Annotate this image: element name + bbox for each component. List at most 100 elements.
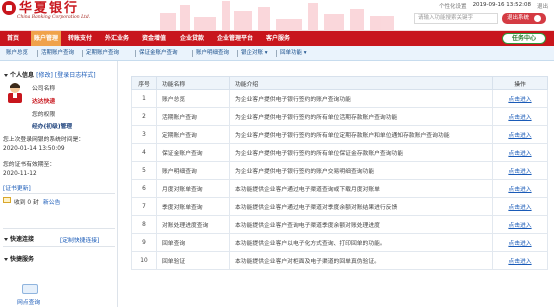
sidebar-divider [3, 193, 115, 194]
operation-cell: 点击进入 [492, 197, 548, 216]
function-name: 回单查询 [156, 233, 230, 252]
subnav-account-overview[interactable]: 账户总览 [6, 46, 28, 61]
function-name: 对账处理进度查询 [156, 215, 230, 234]
operation-cell: 点击进入 [492, 143, 548, 162]
function-desc: 本功能提供企业客户查询电子渠道季度余额对账处理进度 [229, 215, 493, 234]
table-row: 10 回单验证 本功能提供企业客户对柜面及电子渠道的回单真伪验证。 点击进入 [131, 251, 548, 270]
table-header-row: 序号 功能名称 功能介绍 操作 [131, 76, 548, 90]
table-row: 5 账户明细查询 为企业客户提供电子银行签约的账户交易明细查询功能 点击进入 [131, 161, 548, 180]
nav-enterprise-platform[interactable]: 企业管理平台 [217, 31, 253, 46]
subnav-divider [135, 50, 136, 57]
nav-account-management[interactable]: 账户管理 [31, 31, 62, 46]
subnav-current-account[interactable]: 活期账户查询 [41, 46, 74, 61]
function-desc: 为企业客户提供电子银行签约的账户查询功能 [229, 89, 493, 108]
row-number: 4 [131, 143, 157, 162]
message-count: 收到 0 封 [14, 200, 39, 206]
exit-system-button[interactable]: 退出系统 [502, 13, 546, 24]
modify-info-link[interactable]: [修改] [36, 72, 53, 79]
bank-logo[interactable]: 华夏银行 [2, 1, 79, 15]
function-desc: 本功能提供企业客户通过电子渠道查询或下载月度对账单 [229, 179, 493, 198]
operation-cell: 点击进入 [492, 215, 548, 234]
operation-cell: 点击进入 [492, 251, 548, 270]
enter-link[interactable]: 点击进入 [508, 169, 531, 175]
company-name-value: 达达快递 [32, 99, 56, 105]
subnav-account-detail[interactable]: 账户明细查询 [196, 46, 229, 61]
main-nav: 首页 账户管理 转账支付 外汇业务 资金增值 企业贷款 企业管理平台 客户服务 … [0, 31, 554, 46]
nav-home[interactable]: 首页 [7, 31, 19, 46]
enter-link[interactable]: 点击进入 [508, 133, 531, 139]
collapse-arrow-icon[interactable] [4, 258, 8, 261]
subnav-margin-account[interactable]: 保证金账户查询 [139, 46, 178, 61]
task-center-button[interactable]: 任务中心 [502, 33, 546, 44]
bank-logo-icon [2, 1, 16, 15]
function-desc: 为企业客户提供电子银行签约的所有单位定期存款账户和单位通知存款账户查询功能 [229, 125, 493, 144]
exit-system-label: 退出系统 [507, 15, 530, 21]
sidebar-divider [3, 228, 115, 229]
collapse-arrow-icon[interactable] [4, 238, 8, 241]
function-table: 序号 功能名称 功能介绍 操作 1 账户总览 为企业客户提供电子银行签约的账户查询功… [131, 76, 548, 270]
subnav-fixed-account[interactable]: 定期账户查询 [86, 46, 119, 61]
col-header-no: 序号 [131, 76, 157, 90]
bank-name-en: China Banking Corporation Ltd. [17, 15, 91, 20]
personalize-link[interactable]: 个性化设置 [439, 2, 467, 10]
function-name: 月度对账单查询 [156, 179, 230, 198]
personal-info-header: 个人信息 [修改] [登录日志样式] [4, 70, 96, 79]
row-number: 1 [131, 89, 157, 108]
nav-transfer-payment[interactable]: 转账支付 [68, 31, 92, 46]
enter-link[interactable]: 点击进入 [508, 223, 531, 229]
subnav-receipt-functions[interactable]: 回单功能 ▾ [280, 46, 307, 61]
login-log-link[interactable]: [登录日志样式] [55, 72, 96, 79]
operation-cell: 点击进入 [492, 161, 548, 180]
row-number: 10 [131, 251, 157, 270]
enter-link[interactable]: 点击进入 [508, 97, 531, 103]
quick-link-title: 快速连接 [10, 236, 35, 243]
nav-customer-service[interactable]: 客户服务 [266, 31, 290, 46]
top-links: 个性化设置 2019-09-16 13:52:08 退出 [439, 2, 548, 10]
last-login-time: 2020-01-14 13:50:09 [3, 146, 65, 152]
col-header-op: 操作 [492, 76, 548, 90]
operation-cell: 点击进入 [492, 179, 548, 198]
collapse-arrow-icon[interactable] [4, 74, 8, 77]
subnav-divider [82, 50, 83, 57]
function-search-input[interactable]: 请输入功能搜索关键字 [414, 13, 498, 24]
nav-corporate-loans[interactable]: 企业贷款 [180, 31, 204, 46]
subnav-divider [37, 50, 38, 57]
service-header: 快捷服务 [4, 254, 34, 263]
enter-link[interactable]: 点击进入 [508, 115, 531, 121]
function-name: 定期账户查询 [156, 125, 230, 144]
bank-name-cn: 华夏银行 [19, 0, 80, 16]
company-name-label: 公司名称 [32, 86, 56, 92]
header: 华夏银行 China Banking Corporation Ltd. 个性化设… [0, 0, 554, 31]
role-label: 您的权限 [32, 112, 56, 118]
function-desc: 本功能提供企业客户通过电子渠道对季度余额对账结果进行反馈 [229, 197, 493, 216]
table-row: 8 对账处理进度查询 本功能提供企业客户查询电子渠道季度余额对账处理进度 点击进入 [131, 215, 548, 234]
row-number: 3 [131, 125, 157, 144]
quick-link-header: 快速连接 [4, 234, 34, 243]
header-banner-skyline [150, 0, 400, 30]
new-announcement-link[interactable]: 新公告 [43, 197, 60, 206]
function-name: 回单验证 [156, 251, 230, 270]
last-login-label: 您上次登录网银的系统时间是： [3, 137, 85, 143]
nav-forex[interactable]: 外汇业务 [105, 31, 129, 46]
function-name: 季度对账单查询 [156, 197, 230, 216]
enter-link[interactable]: 点击进入 [508, 241, 531, 247]
cert-update-link[interactable]: [证书更新] [3, 183, 31, 192]
customize-quick-link[interactable]: [定制快捷连接] [60, 235, 99, 244]
logout-link[interactable]: 退出 [537, 2, 548, 10]
power-icon [534, 15, 541, 22]
main-content: 序号 功能名称 功能介绍 操作 1 账户总览 为企业客户提供电子银行签约的账户查询功… [121, 61, 554, 307]
enter-link[interactable]: 点击进入 [508, 205, 531, 211]
branch-search-icon[interactable] [22, 284, 38, 294]
subnav-bank-reconciliation[interactable]: 银企对账 ▾ [241, 46, 268, 61]
subnav-divider [192, 50, 193, 57]
function-desc: 为企业客户提供电子银行签约的所有单位保证金存款账户查询功能 [229, 143, 493, 162]
enter-link[interactable]: 点击进入 [508, 187, 531, 193]
col-header-name: 功能名称 [156, 76, 230, 90]
operation-cell: 点击进入 [492, 125, 548, 144]
row-number: 2 [131, 107, 157, 126]
branch-search-link[interactable]: 网点查询 [17, 297, 40, 306]
nav-fund-appreciation[interactable]: 资金增值 [142, 31, 166, 46]
enter-link[interactable]: 点击进入 [508, 259, 531, 265]
current-time: 2019-09-16 13:52:08 [472, 2, 531, 8]
enter-link[interactable]: 点击进入 [508, 151, 531, 157]
